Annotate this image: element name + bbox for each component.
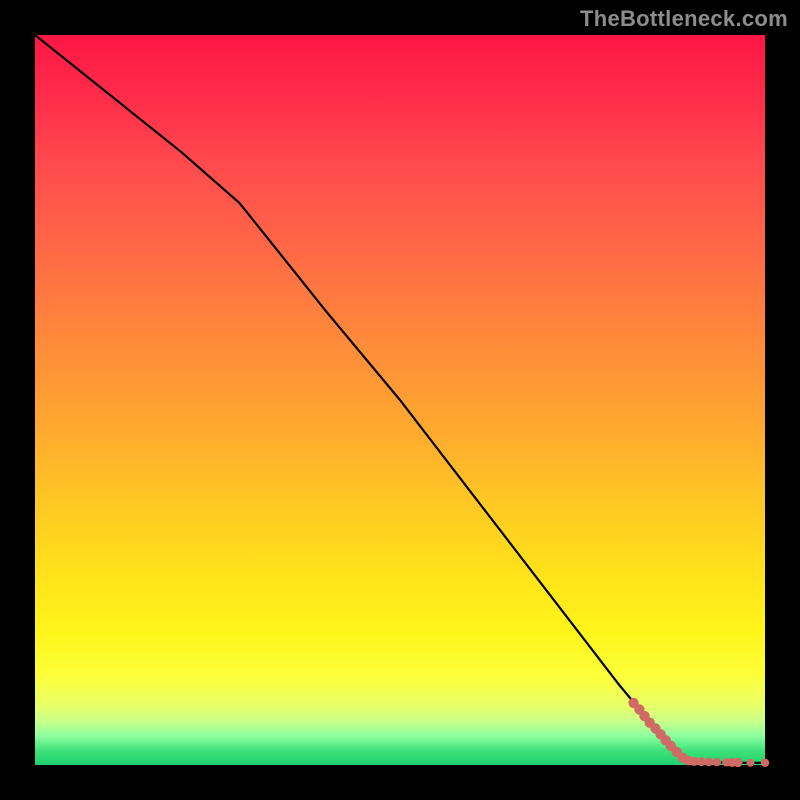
data-marker [733, 758, 742, 767]
data-marker [746, 759, 754, 767]
watermark-text: TheBottleneck.com [580, 6, 788, 32]
curve-line [35, 35, 765, 763]
plot-area [35, 35, 765, 765]
chart-overlay [35, 35, 765, 765]
data-marker [713, 758, 721, 766]
data-marker [704, 758, 713, 767]
markers-group [628, 698, 769, 767]
data-marker [761, 759, 769, 767]
chart-frame: TheBottleneck.com [0, 0, 800, 800]
